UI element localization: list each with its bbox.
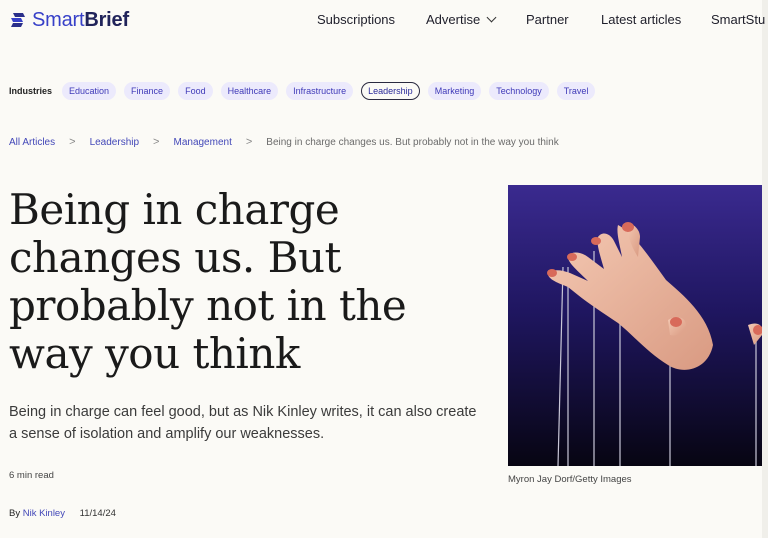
industry-pill-healthcare[interactable]: Healthcare [220,82,279,100]
breadcrumb-separator: > [153,136,160,148]
read-time: 6 min read [9,470,54,481]
top-navigation: SmartBrief Subscriptions Advertise Partn… [0,0,765,40]
breadcrumb-all-articles[interactable]: All Articles [9,137,55,148]
page-scrollbar[interactable] [762,0,768,538]
breadcrumb-separator: > [69,136,76,148]
industry-pill-leadership[interactable]: Leadership [361,82,420,100]
byline: By Nik Kinley 11/14/24 [9,508,116,519]
industries-label: Industries [9,86,53,96]
article-dek: Being in charge can feel good, but as Ni… [9,404,477,442]
brand-name-light: Smart [32,8,85,31]
industry-pill-food[interactable]: Food [178,82,213,100]
industries-bar: Industries Education Finance Food Health… [9,82,603,100]
article-headline: Being in charge changes us. But probably… [9,185,407,378]
nav-advertise-label: Advertise [426,12,481,27]
breadcrumb-leadership[interactable]: Leadership [90,137,139,148]
smartbrief-logo[interactable]: SmartBrief [9,8,129,32]
smartbrief-logo-icon [11,13,25,27]
industry-pill-travel[interactable]: Travel [556,82,596,100]
industry-pill-infrastructure[interactable]: Infrastructure [286,82,354,100]
hero-image [508,185,762,466]
breadcrumb: All Articles > Leadership > Management >… [9,136,559,148]
nav-smartstudio[interactable]: SmartStu [711,12,765,27]
breadcrumb-current: Being in charge changes us. But probably… [266,136,559,148]
publish-date: 11/14/24 [79,508,116,519]
industry-pill-technology[interactable]: Technology [489,82,549,100]
industry-pill-finance[interactable]: Finance [124,82,171,100]
nav-latest-articles[interactable]: Latest articles [601,12,681,27]
breadcrumb-management[interactable]: Management [173,137,231,148]
industry-pill-marketing[interactable]: Marketing [427,82,482,100]
author-link[interactable]: Nik Kinley [23,508,65,519]
nav-partner[interactable]: Partner [526,12,569,27]
puppeteer-hand-illustration [508,185,762,466]
brand-name-bold: Brief [84,8,129,31]
byline-prefix: By [9,508,21,519]
image-credit: Myron Jay Dorf/Getty Images [508,474,632,485]
breadcrumb-separator: > [245,136,253,148]
industry-pill-education[interactable]: Education [62,82,117,100]
nav-advertise[interactable]: Advertise [426,12,497,27]
brand-name: SmartBrief [32,9,129,32]
chevron-down-icon [486,12,497,23]
nav-subscriptions[interactable]: Subscriptions [317,12,395,27]
